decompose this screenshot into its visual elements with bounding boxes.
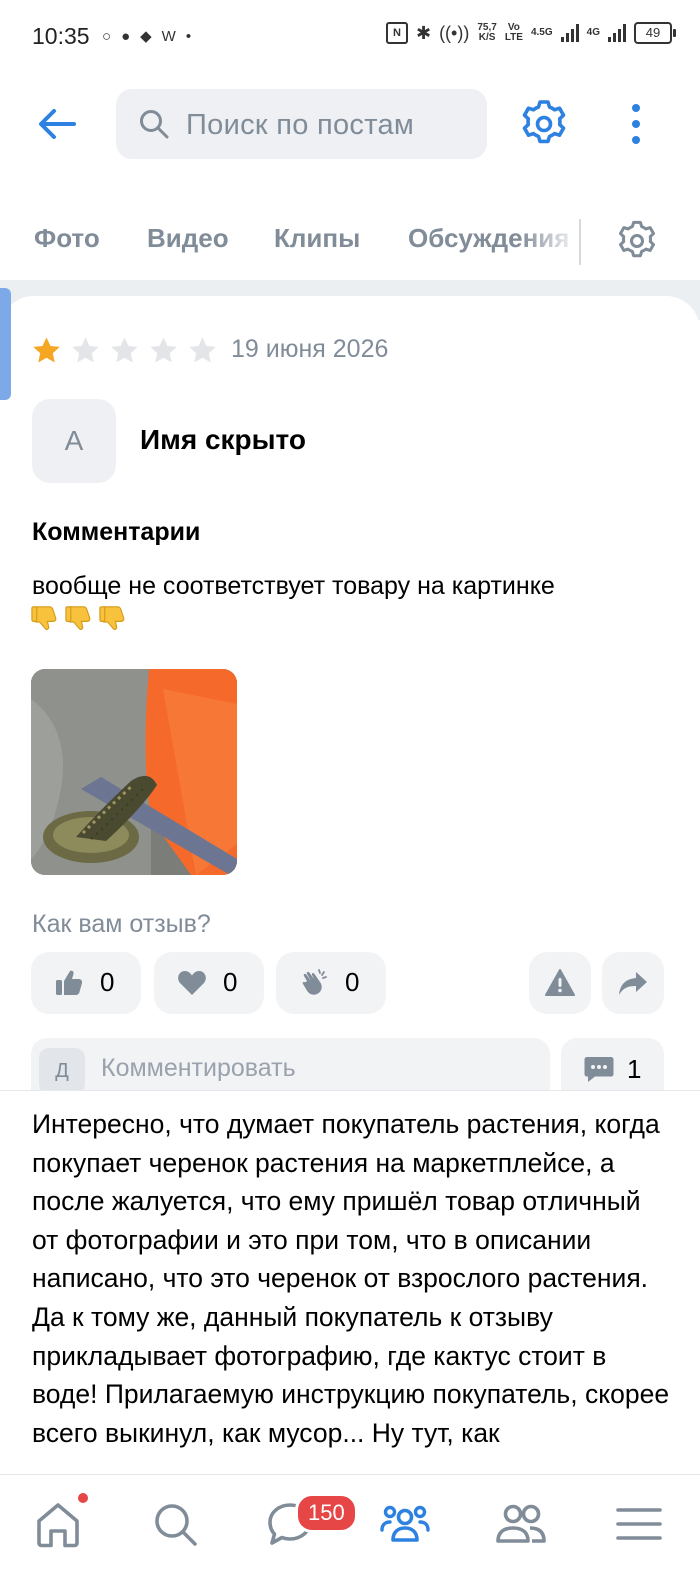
volte-indicator: Vo LTE (505, 23, 523, 43)
feedback-question: Как вам отзыв? (32, 910, 211, 938)
heart-count: 0 (223, 967, 238, 997)
review-text: вообще не соответствует товару на картин… (32, 572, 555, 600)
ring-icon: ○ (102, 27, 112, 45)
thumbs-up-icon (56, 970, 83, 995)
comment-overlay-panel: Интересно, что думает покупатель растени… (0, 1090, 700, 1475)
chat-notification-icon: ● (121, 27, 131, 45)
tabs-divider (579, 219, 581, 265)
comment-bubble-icon (584, 1057, 614, 1082)
thumbs-down-emojis (30, 602, 129, 633)
net-speed: 75,7 K/S (477, 23, 496, 43)
nav-menu[interactable] (612, 1497, 666, 1551)
nav-communities[interactable] (378, 1497, 432, 1551)
star-empty-icon (150, 337, 177, 363)
tabs-settings-button[interactable] (615, 219, 659, 263)
network-type-1: 4.5G (530, 27, 553, 38)
clap-icon (302, 969, 327, 995)
bottom-navigation: 150 (0, 1474, 700, 1580)
report-button[interactable] (529, 952, 591, 1014)
comment-input[interactable]: Д Комментировать (31, 1038, 550, 1098)
scroll-indicator (0, 288, 11, 400)
back-arrow-icon (39, 109, 76, 139)
thumbs-down-emoji-icon (65, 606, 91, 631)
heart-button[interactable]: 0 (154, 952, 264, 1014)
search-input[interactable]: Поиск по постам (116, 89, 487, 159)
home-notification-dot (78, 1493, 88, 1503)
comments-count-button[interactable]: 1 (561, 1038, 664, 1098)
bluetooth-icon: ✱ (415, 22, 432, 43)
share-button[interactable] (602, 952, 664, 1014)
net-speed-unit: K/S (478, 32, 496, 43)
nav-search[interactable] (148, 1497, 202, 1551)
tabs-fade (520, 215, 580, 265)
comments-heading: Комментарии (32, 518, 201, 546)
star-empty-icon (72, 337, 99, 363)
overlay-comment-text: Интересно, что думает покупатель растени… (32, 1109, 670, 1448)
star-empty-icon (189, 337, 216, 363)
author-name[interactable]: Имя скрыто (140, 424, 306, 456)
comments-count: 1 (627, 1054, 642, 1084)
top-app-bar: Поиск по постам (0, 76, 700, 172)
hamburger-menu-icon (616, 1508, 662, 1540)
tab-clips[interactable]: Клипы (274, 223, 360, 254)
author-avatar[interactable]: А (32, 399, 116, 483)
search-icon (155, 1504, 197, 1546)
status-bar: 10:35 ○ ● ◆ W • N ✱ ((•)) 75,7 K/S Vo LT… (0, 0, 700, 76)
hotspot-icon: ((•)) (439, 22, 470, 43)
clap-button[interactable]: 0 (276, 952, 386, 1014)
star-empty-icon (111, 337, 138, 363)
like-count: 0 (100, 967, 115, 997)
heart-icon (178, 971, 206, 995)
thumbs-down-emoji-icon (99, 606, 125, 631)
signal-icon-2 (608, 24, 626, 42)
volte-bottom: LTE (504, 32, 523, 43)
share-icon (619, 972, 647, 995)
nav-home[interactable] (31, 1497, 85, 1551)
leaf-notification-icon: ◆ (140, 28, 152, 45)
back-button[interactable] (34, 102, 82, 146)
status-time: 10:35 (32, 23, 90, 49)
network-type-2: 4G (586, 27, 600, 38)
status-left-icons: ○ ● ◆ W • (102, 27, 192, 46)
messages-badge: 150 (295, 1493, 358, 1533)
tab-video[interactable]: Видео (147, 223, 229, 254)
friends-icon (496, 1504, 546, 1543)
like-button[interactable]: 0 (31, 952, 141, 1014)
rating-stars (30, 334, 219, 367)
signal-icon-1 (560, 24, 579, 42)
clap-count: 0 (345, 967, 360, 997)
thumbs-down-emoji-icon (31, 606, 57, 631)
tab-photo[interactable]: Фото (34, 223, 100, 254)
nav-friends[interactable] (494, 1497, 548, 1551)
settings-button[interactable] (518, 98, 570, 150)
status-right-icons: N ✱ ((•)) 75,7 K/S Vo LTE 4.5G 4G 49 (385, 22, 676, 44)
cactus-photo-image (31, 669, 237, 875)
search-icon (140, 110, 169, 139)
review-photo[interactable] (31, 669, 237, 875)
gear-icon (618, 220, 656, 258)
battery-icon: 49 (634, 22, 676, 44)
more-menu-button[interactable] (618, 98, 654, 150)
section-tabs: Фото Видео Клипы Обсуждения (0, 205, 700, 277)
dot-icon: • (185, 27, 192, 45)
w-notification-icon: W (161, 27, 176, 45)
warning-icon (545, 969, 575, 996)
gear-icon (522, 100, 566, 144)
search-placeholder: Поиск по постам (186, 109, 415, 141)
review-date: 19 июня 2026 (231, 335, 389, 363)
more-vertical-icon (632, 104, 640, 144)
comment-placeholder: Комментировать (101, 1054, 296, 1082)
star-filled-icon (33, 337, 60, 363)
current-user-avatar: Д (39, 1048, 85, 1094)
communities-icon (380, 1505, 430, 1542)
nfc-icon: N (385, 22, 408, 44)
home-icon (37, 1503, 79, 1548)
